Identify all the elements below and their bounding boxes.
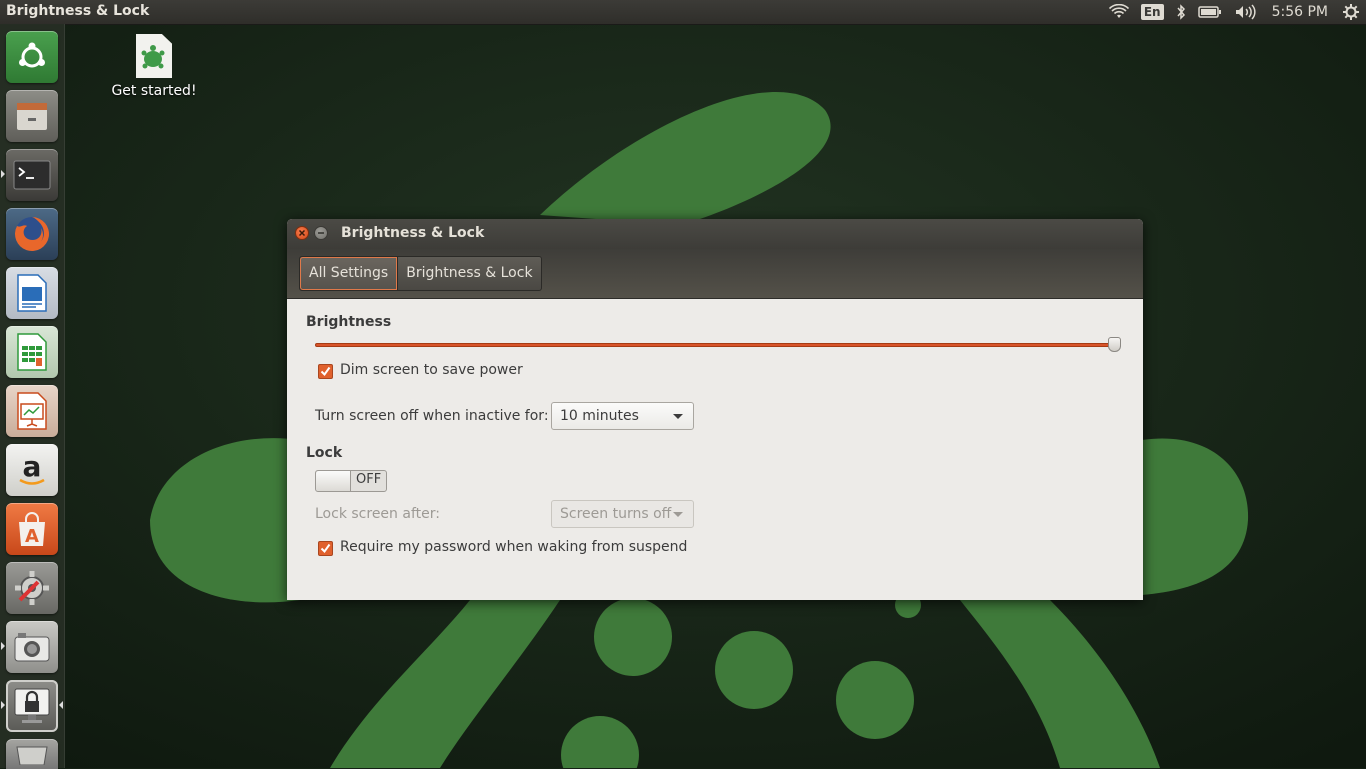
running-indicator [1,642,5,650]
screen-off-label: Turn screen off when inactive for: [315,408,549,424]
brightness-slider-handle[interactable] [1108,337,1121,352]
chevron-down-icon [673,512,683,517]
dash-home-icon[interactable] [6,31,58,83]
breadcrumb-brightness-lock[interactable]: Brightness & Lock [397,257,540,290]
brightness-heading: Brightness [306,314,392,330]
close-button[interactable] [295,226,309,240]
breadcrumb-all-settings[interactable]: All Settings [300,257,398,290]
running-indicator [1,701,5,709]
require-password-checkbox[interactable] [318,541,333,556]
checkmark-icon [320,543,331,554]
volume-icon[interactable] [1228,0,1262,24]
amazon-icon[interactable]: a [6,444,58,496]
bluetooth-icon[interactable] [1170,0,1192,24]
lock-after-value: Screen turns off [560,506,672,522]
window-titlebar[interactable]: Brightness & Lock [287,219,1143,249]
lock-after-label: Lock screen after: [315,506,440,522]
checkmark-icon [320,366,331,377]
software-center-icon[interactable]: A [6,503,58,555]
writer-icon[interactable] [6,267,58,319]
switch-state-label: OFF [356,472,382,487]
lock-after-dropdown[interactable]: Screen turns off [551,500,694,528]
clock[interactable]: 5:56 PM [1262,0,1336,24]
lock-heading: Lock [306,445,343,461]
firefox-icon[interactable] [6,208,58,260]
window-toolbar: All Settings Brightness & Lock [287,249,1143,299]
svg-text:a: a [23,450,42,483]
launcher: a A [0,24,65,769]
close-icon [298,229,306,237]
screen-off-value: 10 minutes [560,408,639,424]
document-icon [136,34,172,78]
dim-screen-checkbox[interactable] [318,364,333,379]
running-indicator [1,170,5,178]
lock-toggle-switch[interactable]: OFF [315,470,387,492]
svg-text:A: A [25,526,39,547]
brightness-lock-window: Brightness & Lock All Settings Brightnes… [287,219,1143,600]
screen-off-dropdown[interactable]: 10 minutes [551,402,694,430]
terminal-icon[interactable] [6,149,58,201]
settings-content: Brightness Dim screen to save power Turn… [287,299,1143,600]
chevron-down-icon [673,414,683,419]
panel-window-title: Brightness & Lock [6,3,150,19]
gear-icon[interactable] [1336,0,1366,24]
require-password-label[interactable]: Require my password when waking from sus… [340,539,687,555]
files-icon[interactable] [6,90,58,142]
language-badge: En [1140,4,1164,20]
keyboard-language-indicator[interactable]: En [1135,0,1170,24]
desktop-get-started-shortcut[interactable]: Get started! [108,34,200,99]
dim-screen-label[interactable]: Dim screen to save power [340,362,523,378]
breadcrumb: All Settings Brightness & Lock [299,256,542,291]
minimize-button[interactable] [314,226,328,240]
switch-knob [316,471,351,491]
panel-indicators: En 5:56 PM [1103,0,1366,24]
brightness-slider[interactable] [315,343,1121,347]
camera-icon[interactable] [6,621,58,673]
window-title: Brightness & Lock [341,225,485,241]
brightness-lock-icon[interactable] [6,680,58,732]
impress-icon[interactable] [6,385,58,437]
desktop-icon-label: Get started! [111,83,197,99]
wifi-icon[interactable] [1103,0,1135,24]
top-panel: Brightness & Lock En 5:56 PM [0,0,1366,24]
calc-icon[interactable] [6,326,58,378]
minimize-icon [318,232,324,234]
battery-icon[interactable] [1192,0,1228,24]
focused-indicator [59,701,63,709]
system-settings-icon[interactable] [6,562,58,614]
trash-icon[interactable] [6,739,58,769]
